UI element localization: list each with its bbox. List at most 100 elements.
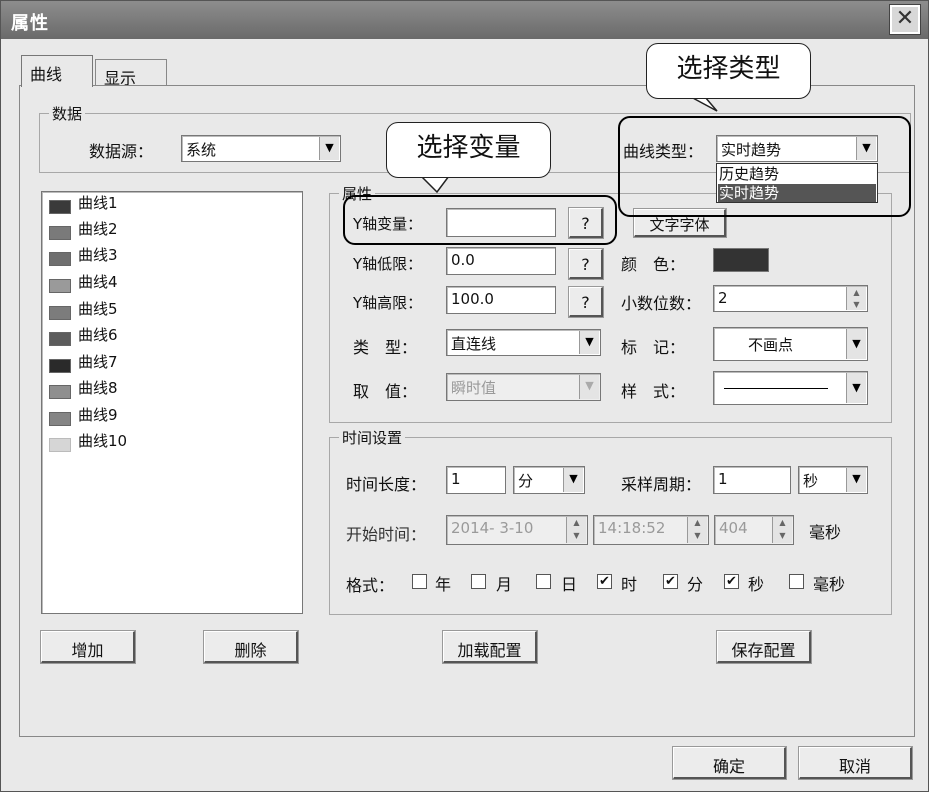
list-item-label: 曲线4 <box>78 273 118 291</box>
list-item-label: 曲线2 <box>78 220 118 238</box>
sample-period-unit-select[interactable]: 秒 ▼ <box>798 466 868 494</box>
format-year-checkbox[interactable] <box>412 574 427 589</box>
color-picker[interactable] <box>713 248 769 272</box>
load-config-button-label: 加载配置 <box>457 641 522 660</box>
data-source-label: 数据源： <box>89 142 154 161</box>
y-low-input[interactable]: 0.0 <box>446 247 556 275</box>
dialog-title: 属性 <box>11 13 49 34</box>
line-style-select[interactable]: ▼ <box>713 371 868 405</box>
spin-icon[interactable]: ▲ ▼ <box>566 517 586 543</box>
mark-label: 标 记： <box>621 338 686 357</box>
type-select[interactable]: 直连线 ▼ <box>446 329 601 356</box>
save-config-button[interactable]: 保存配置 <box>716 630 812 664</box>
decimal-label: 小数位数： <box>621 294 702 313</box>
data-source-select[interactable]: 系统 ▼ <box>181 135 341 162</box>
time-length-unit-select[interactable]: 分 ▼ <box>513 466 585 494</box>
color-swatch <box>49 252 71 266</box>
format-ms-checkbox[interactable] <box>789 574 804 589</box>
tab-display[interactable]: 显示 <box>95 59 167 88</box>
sample-period-value: 1 <box>718 470 728 488</box>
sample-period-unit: 秒 <box>803 472 819 490</box>
chevron-down-icon[interactable]: ▼ <box>579 375 599 399</box>
ok-button[interactable]: 确定 <box>672 746 787 780</box>
curve-type-option-realtime[interactable]: 实时趋势 <box>718 184 876 202</box>
y-low-label: Y轴低限： <box>353 255 423 273</box>
list-item-label: 曲线6 <box>78 326 118 344</box>
cancel-button[interactable]: 取消 <box>798 746 913 780</box>
time-length-unit: 分 <box>518 472 534 490</box>
start-time-picker[interactable]: 14:18:52 ▲ ▼ <box>593 515 709 545</box>
mark-select[interactable]: 不画点 ▼ <box>713 327 868 361</box>
format-hour-label: 时 <box>621 575 638 594</box>
spin-icon[interactable]: ▲ ▼ <box>772 517 792 543</box>
format-minute-label: 分 <box>687 575 704 594</box>
style-label: 样 式： <box>621 382 686 401</box>
time-length-value: 1 <box>451 470 461 488</box>
format-month-label: 月 <box>496 575 513 594</box>
chevron-down-icon[interactable]: ▼ <box>846 329 866 359</box>
y-low-pick-button[interactable]: ? <box>568 248 604 280</box>
chevron-down-icon[interactable]: ▼ <box>563 468 583 492</box>
color-swatch <box>49 200 71 214</box>
value-select[interactable]: 瞬时值 ▼ <box>446 373 601 401</box>
format-second-label: 秒 <box>748 575 765 594</box>
start-date-picker[interactable]: 2014- 3-10 ▲ ▼ <box>446 515 588 545</box>
format-hour-checkbox[interactable]: ✔ <box>597 574 612 589</box>
start-ms-input[interactable]: 404 ▲ ▼ <box>714 515 794 545</box>
format-year-label: 年 <box>435 575 452 594</box>
format-second-checkbox[interactable]: ✔ <box>724 574 739 589</box>
ms-unit-label: 毫秒 <box>809 523 842 542</box>
load-config-button[interactable]: 加载配置 <box>442 630 538 664</box>
start-date-value: 2014- 3-10 <box>451 519 534 537</box>
list-item-label: 曲线3 <box>78 246 118 264</box>
time-length-input[interactable]: 1 <box>446 466 506 494</box>
line-style-preview <box>724 388 828 389</box>
font-button-label: 文字字体 <box>649 216 710 234</box>
list-item-label: 曲线5 <box>78 300 118 318</box>
tab-curve-label: 曲线 <box>30 65 63 84</box>
question-icon: ? <box>581 255 590 274</box>
y-low-value: 0.0 <box>451 251 475 269</box>
question-icon: ? <box>581 293 590 312</box>
decimal-value: 2 <box>718 289 728 307</box>
list-item-label: 曲线10 <box>78 432 128 450</box>
chevron-down-icon[interactable]: ▼ <box>846 468 866 492</box>
chevron-down-icon[interactable]: ▼ <box>846 373 866 403</box>
curve-list[interactable]: 曲线1 曲线2 曲线3 曲线4 曲线5 曲线6 曲线7 曲线8 曲线9 曲线10 <box>41 191 303 614</box>
spin-icon[interactable]: ▲ ▼ <box>687 517 707 543</box>
y-high-label: Y轴高限： <box>353 294 423 312</box>
check-icon: ✔ <box>599 574 610 589</box>
delete-curve-button[interactable]: 删除 <box>203 630 299 664</box>
list-item-label: 曲线7 <box>78 353 118 371</box>
check-icon: ✔ <box>726 574 737 589</box>
cancel-button-label: 取消 <box>838 757 871 776</box>
save-config-button-label: 保存配置 <box>731 641 796 660</box>
y-high-pick-button[interactable]: ? <box>568 286 604 318</box>
format-day-checkbox[interactable] <box>536 574 551 589</box>
format-ms-label: 毫秒 <box>813 575 846 594</box>
y-high-input[interactable]: 100.0 <box>446 286 556 314</box>
color-swatch <box>49 332 71 346</box>
close-button[interactable]: ✕ <box>889 4 921 35</box>
ok-button-label: 确定 <box>712 757 745 776</box>
color-label: 颜 色： <box>621 255 686 274</box>
add-curve-button[interactable]: 增加 <box>40 630 136 664</box>
spin-icon[interactable]: ▲ ▼ <box>846 287 866 310</box>
type-value: 直连线 <box>451 335 497 353</box>
y-high-value: 100.0 <box>451 290 494 308</box>
color-swatch <box>49 359 71 373</box>
sample-period-label: 采样周期： <box>621 475 702 494</box>
format-minute-checkbox[interactable]: ✔ <box>663 574 678 589</box>
tab-curve[interactable]: 曲线 <box>21 55 93 87</box>
sample-period-input[interactable]: 1 <box>713 466 791 494</box>
format-day-label: 日 <box>561 575 578 594</box>
list-item-label: 曲线8 <box>78 379 118 397</box>
format-month-checkbox[interactable] <box>471 574 486 589</box>
select-type-callout: 选择类型 <box>646 43 811 99</box>
delete-curve-button-label: 删除 <box>234 641 267 660</box>
list-item-label: 曲线1 <box>78 194 118 212</box>
curve-type-option-history[interactable]: 历史趋势 <box>719 165 875 183</box>
decimal-stepper[interactable]: 2 ▲ ▼ <box>713 285 868 312</box>
chevron-down-icon[interactable]: ▼ <box>319 137 339 160</box>
chevron-down-icon[interactable]: ▼ <box>579 331 599 354</box>
